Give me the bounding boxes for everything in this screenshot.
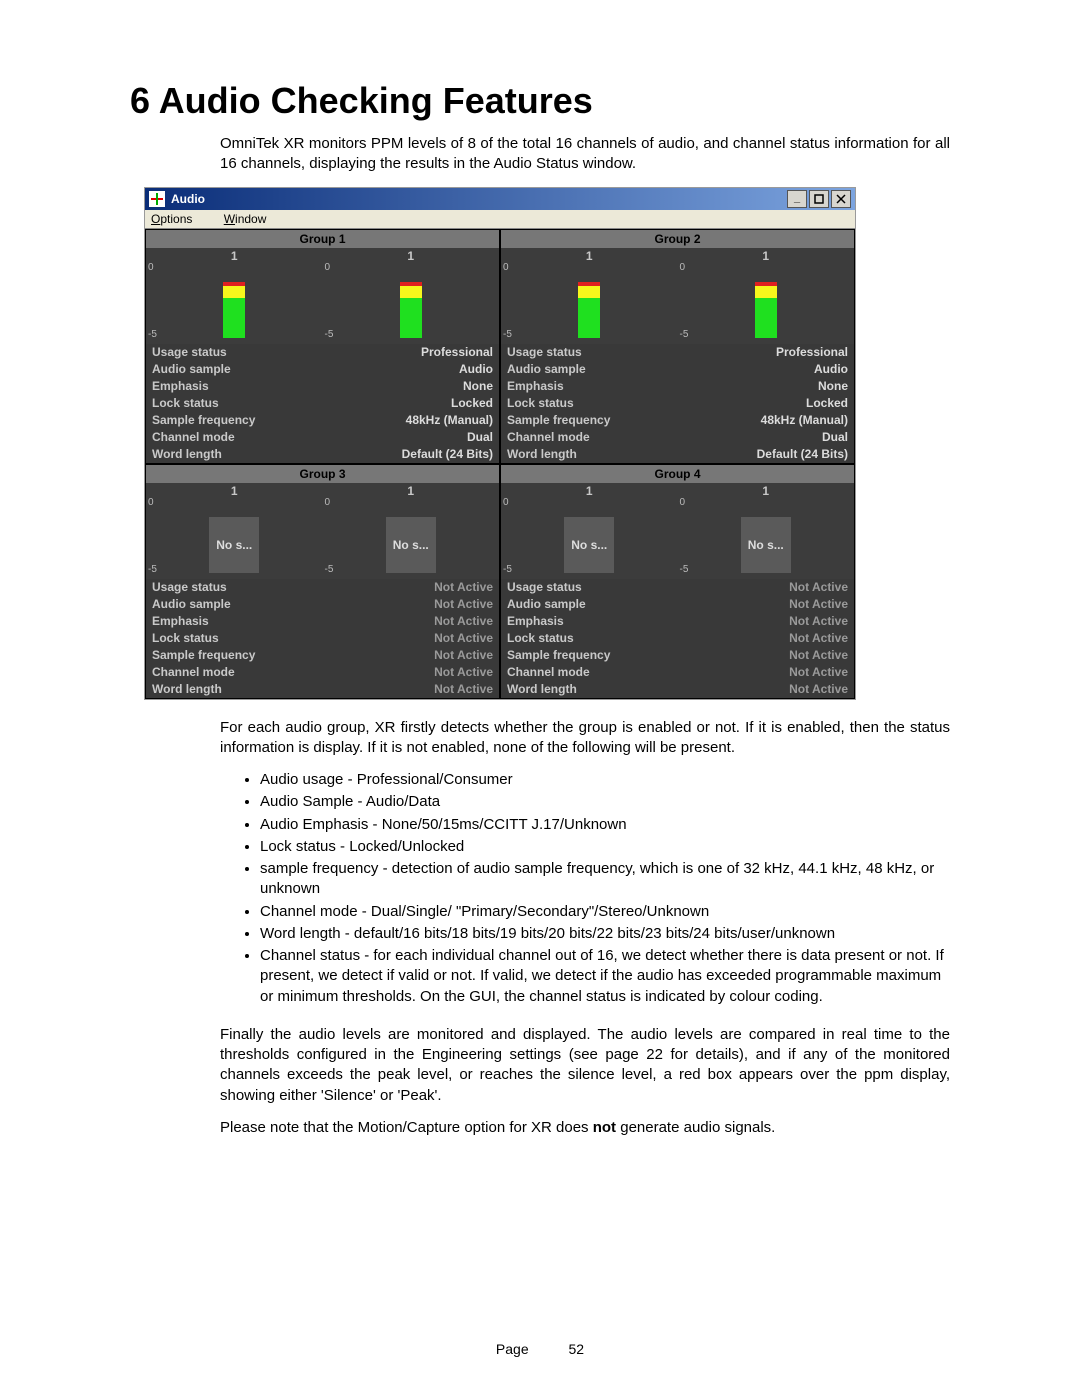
menu-window[interactable]: Window	[224, 212, 281, 226]
status-row: Usage statusProfessional	[501, 344, 854, 361]
list-item: Audio Sample - Audio/Data	[260, 792, 950, 812]
meter-column: 0-5 No s...	[146, 483, 323, 579]
status-row: Word lengthNot Active	[501, 681, 854, 698]
status-row: Lock statusNot Active	[501, 630, 854, 647]
list-item: Audio Emphasis - None/50/15ms/CCITT J.17…	[260, 815, 950, 835]
status-row: Channel modeDual	[146, 429, 499, 446]
audio-group: Group 3 11 0-5 No s... 0-5 No s... Usage…	[145, 464, 500, 699]
page-heading: 6 Audio Checking Features	[130, 80, 950, 122]
app-icon	[149, 191, 165, 207]
meter-column: 0-5 No s...	[678, 483, 855, 579]
para-levels: Finally the audio levels are monitored a…	[220, 1025, 950, 1106]
audio-group: Group 2 11 0-5 0-5 Usage statusProfessio…	[500, 229, 855, 464]
audio-group: Group 1 11 0-5 0-5 Usage statusProfessio…	[145, 229, 500, 464]
status-row: Sample frequency48kHz (Manual)	[146, 412, 499, 429]
status-row: Usage statusNot Active	[146, 579, 499, 596]
meter-scale: 0-5	[503, 252, 523, 340]
status-row: Usage statusNot Active	[501, 579, 854, 596]
meter-scale: 0-5	[148, 487, 168, 575]
meter-column: 0-5 No s...	[501, 483, 678, 579]
status-row: EmphasisNone	[146, 378, 499, 395]
no-signal-label: No s...	[209, 517, 259, 573]
meter-scale: 0-5	[503, 487, 523, 575]
meter-column: 0-5	[501, 248, 678, 344]
status-table: Usage statusProfessional Audio sampleAud…	[501, 344, 854, 463]
status-table: Usage statusNot Active Audio sampleNot A…	[146, 579, 499, 698]
group-header: Group 2	[501, 230, 854, 248]
status-row: Sample frequency48kHz (Manual)	[501, 412, 854, 429]
list-item: sample frequency - detection of audio sa…	[260, 859, 950, 900]
status-row: Channel modeNot Active	[146, 664, 499, 681]
maximize-button[interactable]	[809, 190, 829, 208]
window-title: Audio	[171, 192, 205, 206]
meter-column: 0-5 No s...	[323, 483, 500, 579]
list-item: Channel mode - Dual/Single/ "Primary/Sec…	[260, 902, 950, 922]
meter-column: 0-5	[146, 248, 323, 344]
para-enabled: For each audio group, XR firstly detects…	[220, 718, 950, 759]
page-footer: Page 52	[0, 1341, 1080, 1357]
page-label: Page	[496, 1341, 529, 1357]
minimize-button[interactable]: _	[787, 190, 807, 208]
status-table: Usage statusProfessional Audio sampleAud…	[146, 344, 499, 463]
meter-column: 0-5	[323, 248, 500, 344]
status-row: Audio sampleAudio	[146, 361, 499, 378]
para-note: Please note that the Motion/Capture opti…	[220, 1118, 950, 1138]
meter-scale: 0-5	[148, 252, 168, 340]
status-row: Sample frequencyNot Active	[146, 647, 499, 664]
status-row: EmphasisNot Active	[501, 613, 854, 630]
close-button[interactable]	[831, 190, 851, 208]
meter-area: 11 0-5 0-5	[501, 248, 854, 344]
menu-options[interactable]: Options	[151, 212, 206, 226]
meter-scale: 0-5	[325, 487, 345, 575]
page-number: 52	[569, 1341, 585, 1357]
status-row: Sample frequencyNot Active	[501, 647, 854, 664]
intro-text: OmniTek XR monitors PPM levels of 8 of t…	[220, 134, 950, 175]
list-item: Audio usage - Professional/Consumer	[260, 770, 950, 790]
bullet-list: Audio usage - Professional/ConsumerAudio…	[260, 770, 950, 1007]
group-header: Group 1	[146, 230, 499, 248]
group-header: Group 3	[146, 465, 499, 483]
status-row: Lock statusNot Active	[146, 630, 499, 647]
no-signal-label: No s...	[741, 517, 791, 573]
audio-group: Group 4 11 0-5 No s... 0-5 No s... Usage…	[500, 464, 855, 699]
titlebar[interactable]: Audio _	[145, 188, 855, 210]
meter-area: 11 0-5 No s... 0-5 No s...	[146, 483, 499, 579]
meter-area: 11 0-5 0-5	[146, 248, 499, 344]
audio-status-window: Audio _ Options Window Group 1 11 0-5	[144, 187, 856, 700]
menubar: Options Window	[145, 210, 855, 229]
no-signal-label: No s...	[564, 517, 614, 573]
meter-scale: 0-5	[680, 487, 700, 575]
meter-scale: 0-5	[325, 252, 345, 340]
no-signal-label: No s...	[386, 517, 436, 573]
groups-grid: Group 1 11 0-5 0-5 Usage statusProfessio…	[145, 229, 855, 699]
status-row: Word lengthDefault (24 Bits)	[501, 446, 854, 463]
status-row: Audio sampleNot Active	[146, 596, 499, 613]
status-row: EmphasisNot Active	[146, 613, 499, 630]
status-row: Usage statusProfessional	[146, 344, 499, 361]
status-row: Lock statusLocked	[146, 395, 499, 412]
meter-column: 0-5	[678, 248, 855, 344]
status-row: Audio sampleAudio	[501, 361, 854, 378]
group-header: Group 4	[501, 465, 854, 483]
meter-area: 11 0-5 No s... 0-5 No s...	[501, 483, 854, 579]
list-item: Lock status - Locked/Unlocked	[260, 837, 950, 857]
status-row: EmphasisNone	[501, 378, 854, 395]
status-row: Channel modeNot Active	[501, 664, 854, 681]
status-row: Audio sampleNot Active	[501, 596, 854, 613]
meter-scale: 0-5	[680, 252, 700, 340]
list-item: Word length - default/16 bits/18 bits/19…	[260, 924, 950, 944]
status-row: Word lengthDefault (24 Bits)	[146, 446, 499, 463]
list-item: Channel status - for each individual cha…	[260, 946, 950, 1007]
status-table: Usage statusNot Active Audio sampleNot A…	[501, 579, 854, 698]
status-row: Channel modeDual	[501, 429, 854, 446]
status-row: Lock statusLocked	[501, 395, 854, 412]
status-row: Word lengthNot Active	[146, 681, 499, 698]
